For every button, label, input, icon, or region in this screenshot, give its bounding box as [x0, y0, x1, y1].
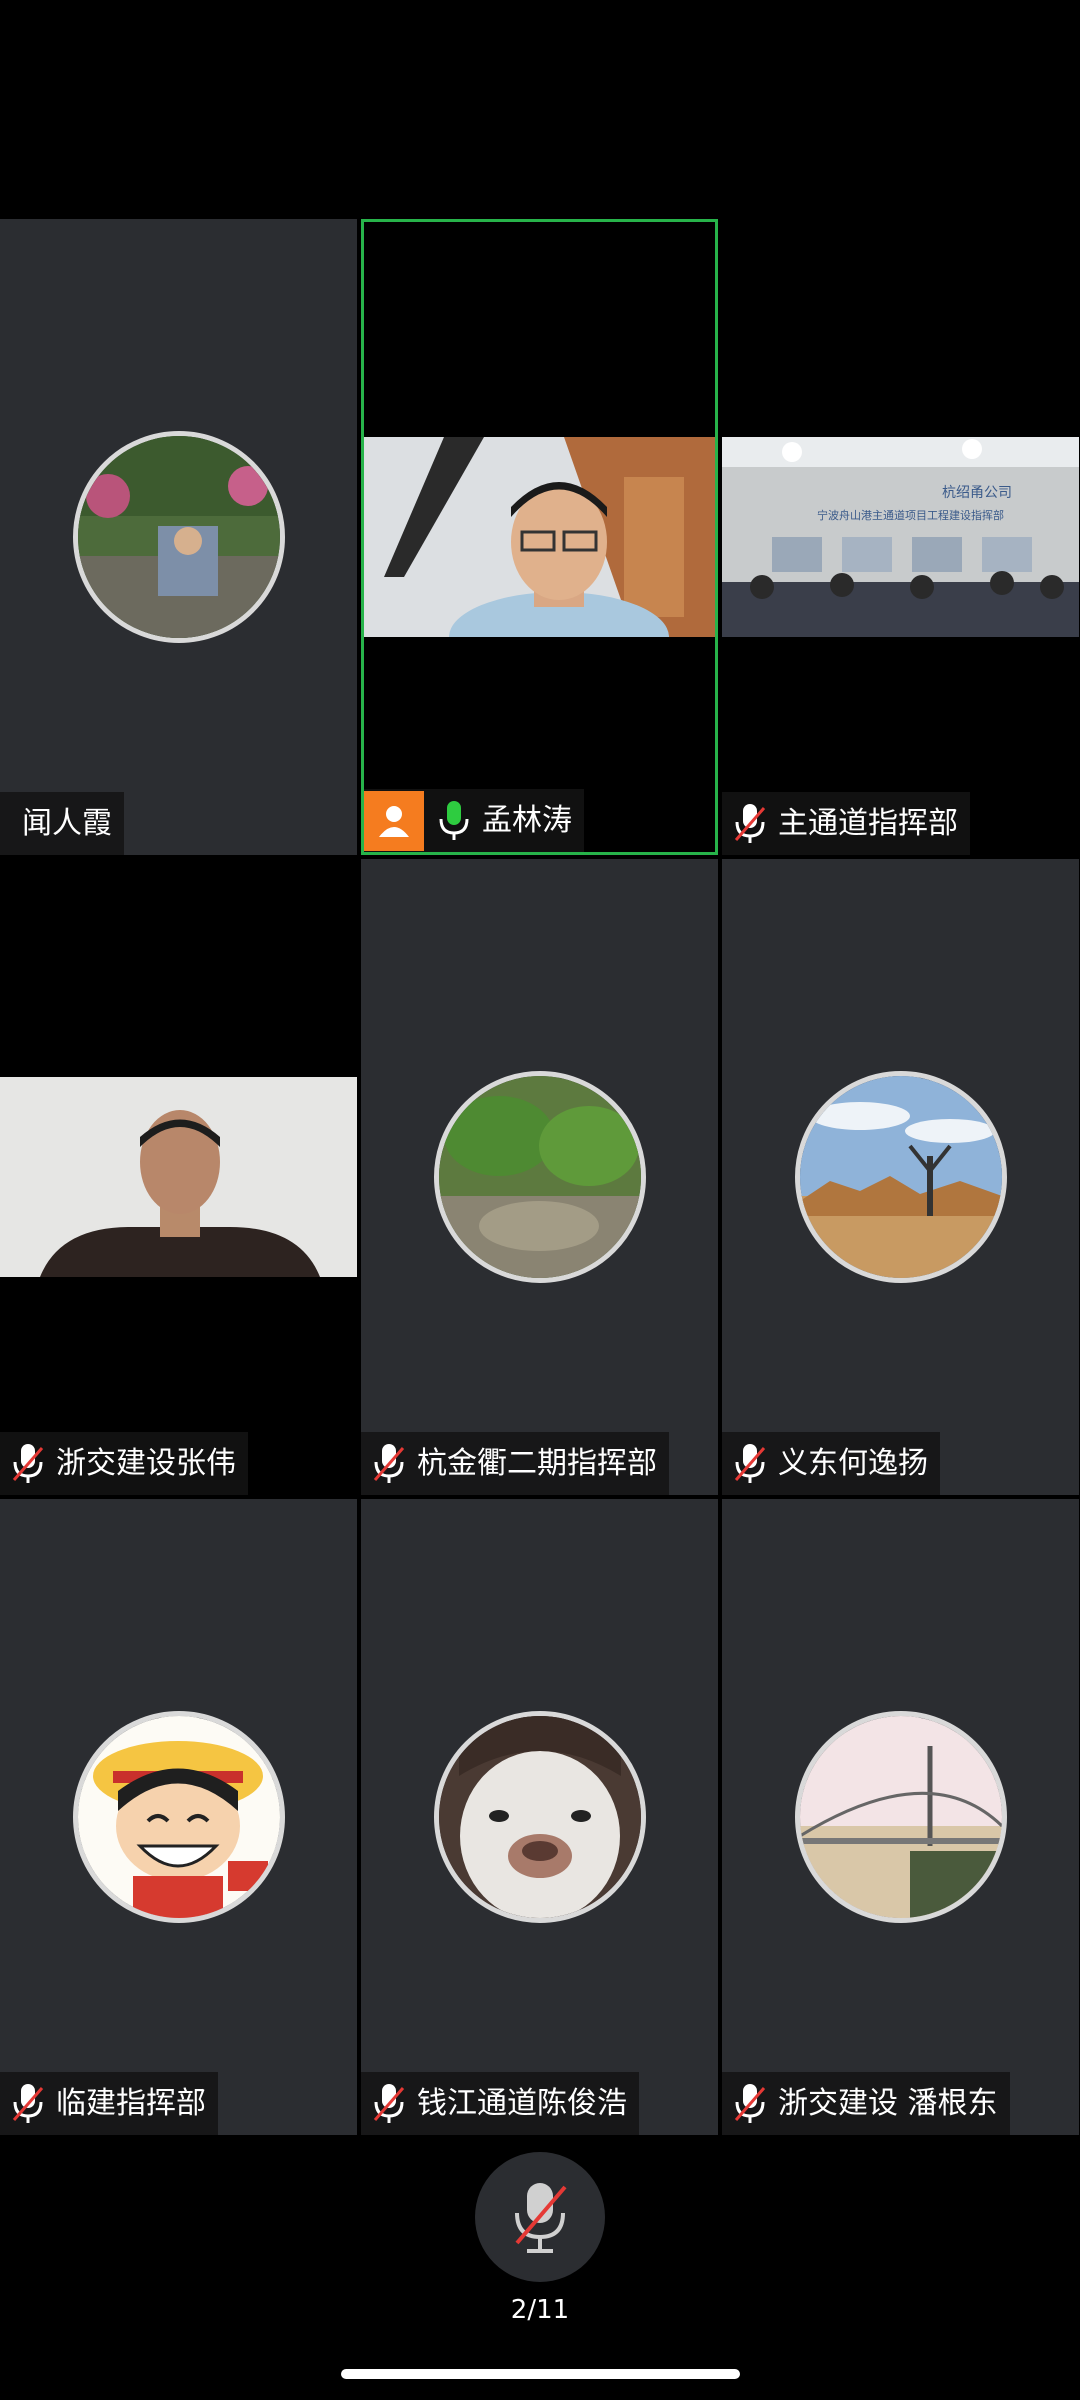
participant-name: 主通道指挥部 [778, 806, 958, 841]
mic-muted-icon [734, 2083, 766, 2123]
mic-muted-icon [515, 2183, 567, 2253]
user-icon [364, 790, 424, 851]
participant-tile[interactable]: 浙交建设 潘根东 [722, 1499, 1079, 2135]
mic-muted-icon [12, 1443, 44, 1483]
participant-tile-active[interactable]: 孟林涛 [361, 219, 718, 855]
participant-name: 义东何逸扬 [778, 1446, 928, 1481]
participant-label: 浙交建设 潘根东 [722, 2072, 1010, 2135]
video-wall-text: 宁波舟山港主通道项目工程建设指挥部 [817, 508, 1004, 522]
video-feed: 杭绍甬公司 宁波舟山港主通道项目工程建设指挥部 [722, 437, 1079, 637]
participant-label: 杭金衢二期指挥部 [361, 1432, 669, 1495]
mic-muted-icon [12, 2083, 44, 2123]
participant-tile[interactable]: 临建指挥部 [0, 1499, 357, 2135]
video-feed [364, 437, 715, 637]
mic-muted-icon [373, 1443, 405, 1483]
participant-name: 钱江通道陈俊浩 [417, 2086, 627, 2121]
avatar [72, 431, 285, 643]
participant-label: 临建指挥部 [0, 2072, 218, 2135]
participant-tile[interactable]: 浙交建设张伟 [0, 859, 357, 1495]
participant-label: 义东何逸扬 [722, 1432, 940, 1495]
mic-on-icon [439, 800, 469, 840]
participant-grid: 闻人霞 孟林涛 杭绍甬公司 宁波舟山港主通道项目工程建设指挥部 主通道指挥部 浙… [0, 219, 1080, 2135]
participant-tile[interactable]: 闻人霞 [0, 219, 357, 855]
avatar [794, 1071, 1007, 1283]
mic-muted-icon [373, 2083, 405, 2123]
avatar [433, 1711, 646, 1923]
page-counter: 2/11 [510, 2295, 570, 2325]
participant-name: 临建指挥部 [56, 2086, 206, 2121]
bottom-bar: 2/11 [0, 2135, 1080, 2400]
video-feed [0, 1077, 357, 1277]
participant-tile[interactable]: 义东何逸扬 [722, 859, 1079, 1495]
mic-muted-icon [734, 1443, 766, 1483]
participant-tile[interactable]: 杭金衢二期指挥部 [361, 859, 718, 1495]
participant-name: 杭金衢二期指挥部 [417, 1446, 657, 1481]
participant-name: 浙交建设 潘根东 [778, 2086, 998, 2121]
participant-name: 闻人霞 [22, 806, 112, 841]
avatar [433, 1071, 646, 1283]
participant-label: 闻人霞 [0, 792, 124, 855]
avatar [72, 1711, 285, 1923]
participant-label: 浙交建设张伟 [0, 1432, 248, 1495]
home-indicator[interactable] [341, 2369, 740, 2379]
avatar [794, 1711, 1007, 1923]
participant-name: 孟林涛 [482, 803, 572, 838]
mic-muted-icon [734, 803, 766, 843]
participant-name: 浙交建设张伟 [56, 1446, 236, 1481]
participant-tile[interactable]: 钱江通道陈俊浩 [361, 1499, 718, 2135]
video-wall-text: 杭绍甬公司 [942, 485, 1012, 501]
participant-label: 孟林涛 [364, 789, 584, 852]
participant-tile[interactable]: 杭绍甬公司 宁波舟山港主通道项目工程建设指挥部 主通道指挥部 [722, 219, 1079, 855]
participant-label: 主通道指挥部 [722, 792, 970, 855]
participant-label: 钱江通道陈俊浩 [361, 2072, 639, 2135]
mute-toggle-button[interactable] [475, 2152, 605, 2282]
